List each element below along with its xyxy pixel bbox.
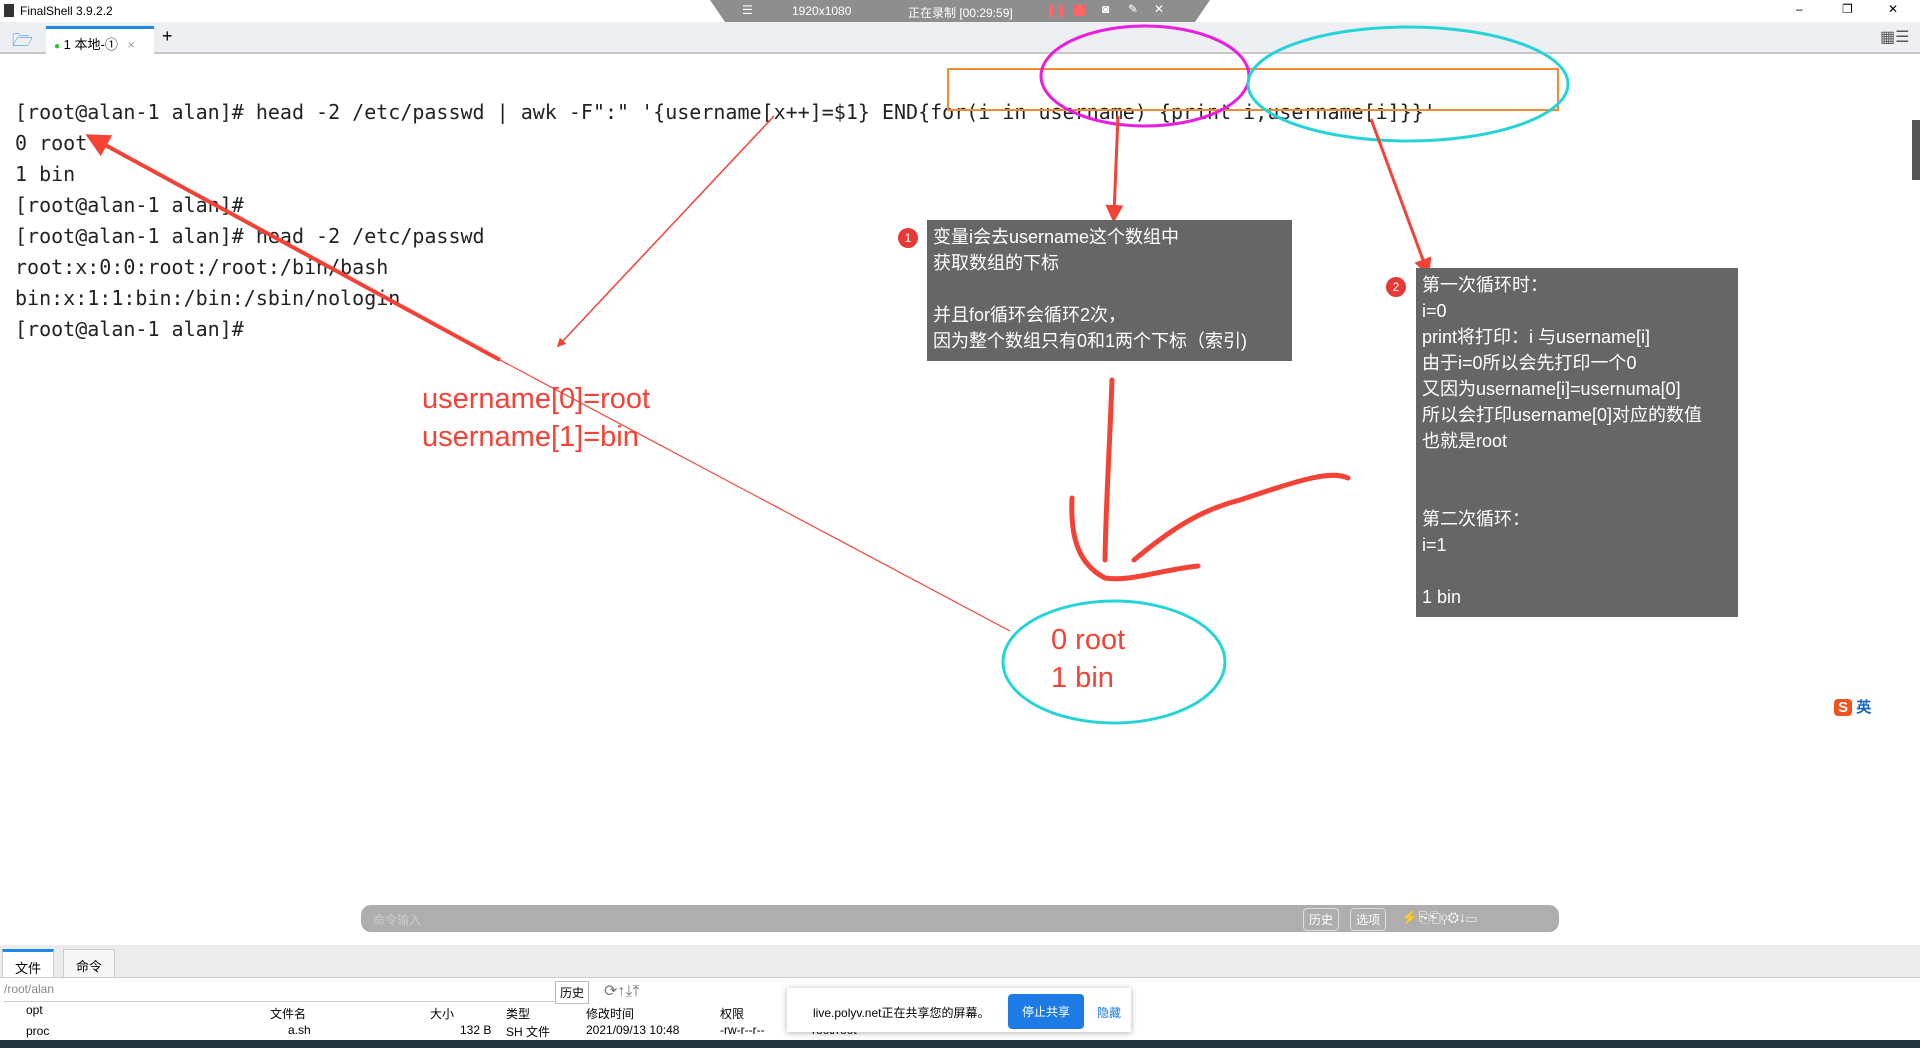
- tab-commands[interactable]: 命令: [63, 949, 116, 978]
- scrollbar[interactable]: [1912, 120, 1920, 180]
- file-size: 132 B: [460, 1023, 492, 1037]
- badge-2: 2: [1386, 277, 1406, 297]
- cyan-circle: [1246, 25, 1570, 143]
- taskbar: [0, 1040, 1920, 1048]
- col-type[interactable]: 类型: [506, 1005, 530, 1022]
- screen-share-popup: live.polyv.net正在共享您的屏幕。 停止共享 隐藏: [787, 988, 1131, 1032]
- path-input[interactable]: /root/alan: [4, 982, 554, 1002]
- note-1: 变量i会去username这个数组中 获取数组的下标 并且for循环会循环2次，…: [927, 220, 1292, 361]
- result-annotation-text: 0 root 1 bin: [1051, 624, 1126, 694]
- arrow-to-output: [85, 134, 501, 362]
- history-button[interactable]: 历史: [1303, 908, 1340, 931]
- highlight-box: [947, 68, 1559, 111]
- hide-button[interactable]: 隐藏: [1097, 1004, 1121, 1021]
- tab-files[interactable]: 文件: [2, 949, 55, 978]
- arrow-to-red-text: [556, 115, 775, 348]
- stop-share-button[interactable]: 停止共享: [1008, 994, 1085, 1029]
- file-perm: -rw-r--r--: [720, 1023, 765, 1037]
- col-name[interactable]: 文件名: [270, 1005, 306, 1022]
- arrow-to-note1: [1105, 115, 1124, 223]
- tree-item[interactable]: proc: [26, 1021, 49, 1042]
- file-name: a.sh: [288, 1023, 311, 1037]
- col-perm[interactable]: 权限: [720, 1005, 744, 1022]
- col-mtime[interactable]: 修改时间: [586, 1005, 634, 1022]
- command-placeholder: 命令输入: [373, 913, 422, 927]
- dir-tree: opt proc: [26, 1000, 49, 1042]
- toolbar-icons[interactable]: ⚡⎘⎗⚲⚙↓▭: [1401, 909, 1477, 926]
- file-mtime: 2021/09/13 10:48: [586, 1023, 680, 1037]
- file-type: SH 文件: [506, 1025, 551, 1039]
- ime-indicator[interactable]: S 英: [1834, 696, 1872, 717]
- scribble-arrow: [1069, 377, 1351, 582]
- tree-item[interactable]: opt: [26, 1000, 49, 1021]
- ime-label: 英: [1856, 699, 1872, 716]
- col-size[interactable]: 大小: [430, 1005, 454, 1022]
- note-2: 第一次循环时： i=0 print将打印：i 与username[i] 由于i=…: [1416, 268, 1738, 617]
- red-annotation-text: username[0]=root username[1]=bin: [422, 383, 651, 453]
- refresh-upload-icons[interactable]: ⟳↑⤓⤒: [604, 981, 640, 1001]
- badge-1: 1: [898, 228, 918, 248]
- path-history-button[interactable]: 历史: [555, 981, 590, 1004]
- share-message: live.polyv.net正在共享您的屏幕。: [813, 1006, 990, 1020]
- options-button[interactable]: 选项: [1350, 908, 1387, 931]
- command-input[interactable]: 命令输入 历史 选项 ⚡⎘⎗⚲⚙↓▭: [361, 905, 1559, 932]
